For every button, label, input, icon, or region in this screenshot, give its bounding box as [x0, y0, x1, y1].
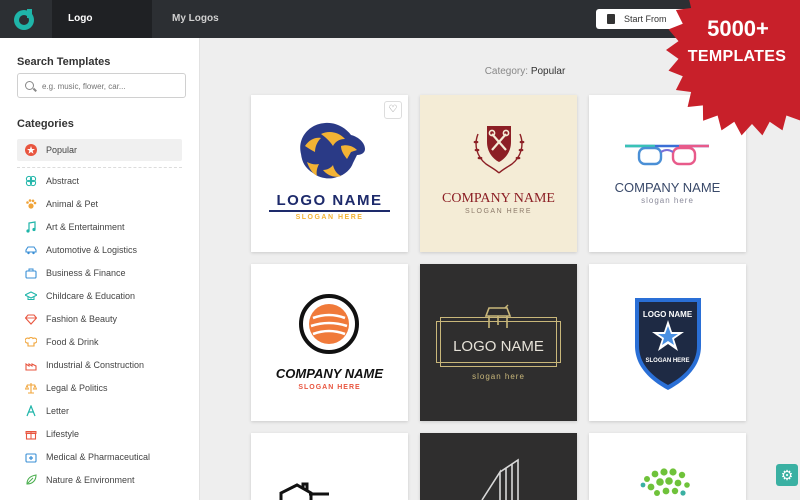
category-label: Food & Drink	[46, 337, 99, 347]
category-lifestyle[interactable]: Lifestyle	[17, 423, 182, 445]
gift-icon	[25, 431, 37, 440]
glasses-logo-graphic	[625, 144, 709, 166]
abstract-icon	[25, 175, 37, 187]
music-note-icon	[26, 221, 36, 233]
template-card[interactable]: COMPANY NAME SLOGAN HERE	[420, 95, 577, 252]
category-label: Art & Entertainment	[46, 222, 125, 232]
category-label: Abstract	[46, 176, 80, 186]
heart-icon[interactable]: ♡	[384, 101, 402, 119]
star-icon	[25, 144, 37, 156]
category-art-entertainment[interactable]: Art & Entertainment	[17, 216, 182, 238]
categories-heading: Categories	[17, 118, 74, 130]
lion-logo-graphic	[300, 122, 365, 179]
letter-a-icon	[26, 405, 36, 417]
template-card[interactable]	[251, 433, 408, 500]
category-animal-pet[interactable]: Animal & Pet	[17, 193, 182, 215]
slogan-text: SLOGAN HERE	[298, 384, 361, 391]
category-divider	[17, 167, 182, 168]
template-card[interactable]	[589, 433, 746, 500]
house-logo-graphic	[279, 482, 329, 500]
paw-icon	[26, 199, 37, 209]
logo-name-text: COMPANY NAME	[614, 180, 721, 195]
category-label: Business & Finance	[46, 268, 126, 278]
app-logo-icon[interactable]	[12, 7, 36, 31]
shield-keys-logo-graphic	[473, 126, 525, 174]
search-templates-heading: Search Templates	[17, 56, 111, 68]
briefcase-icon	[25, 268, 37, 279]
diamond-icon	[25, 314, 37, 325]
logo-name-text: COMPANY NAME	[275, 366, 384, 381]
template-card[interactable]: COMPANY NAME SLOGAN HERE	[251, 264, 408, 421]
tab-my-logos[interactable]: My Logos	[156, 0, 235, 38]
category-business-finance[interactable]: Business & Finance	[17, 262, 182, 284]
building-logo-graphic	[481, 458, 519, 500]
category-label: Automotive & Logistics	[46, 245, 138, 255]
leaf-icon	[26, 474, 37, 485]
category-heading: Category: Popular	[400, 66, 650, 77]
category-label: Legal & Politics	[46, 383, 108, 393]
template-card[interactable]: LOGO NAME SLOGAN HERE	[589, 264, 746, 421]
slogan-text: slogan here	[472, 372, 525, 381]
category-popular[interactable]: Popular	[17, 139, 182, 161]
graduation-cap-icon	[25, 291, 37, 300]
slogan-text: SLOGAN HERE	[464, 208, 533, 215]
category-label: Lifestyle	[46, 429, 80, 439]
category-childcare-education[interactable]: Childcare & Education	[17, 285, 182, 307]
category-label: Animal & Pet	[46, 199, 99, 209]
logo-name-text: COMPANY NAME	[442, 191, 555, 206]
category-letter[interactable]: Letter	[17, 400, 182, 422]
badge-label: TEMPLATES	[687, 48, 787, 65]
search-input[interactable]	[42, 78, 182, 94]
slogan-text: SLOGAN HERE	[295, 214, 364, 221]
category-label: Nature & Environment	[46, 475, 135, 485]
logo-name-text: LOGO NAME	[276, 192, 383, 209]
search-icon	[25, 81, 34, 90]
category-current: Popular	[530, 66, 566, 77]
scales-icon	[25, 383, 37, 394]
category-automotive-logistics[interactable]: Automotive & Logistics	[17, 239, 182, 261]
sushi-logo-graphic	[299, 294, 359, 354]
category-food-drink[interactable]: Food & Drink	[17, 331, 182, 353]
category-label: Childcare & Education	[46, 291, 136, 301]
star-shield-logo-graphic	[635, 298, 701, 390]
chef-hat-icon	[25, 336, 37, 347]
settings-gear-icon[interactable]: ⚙	[776, 464, 798, 486]
tab-logo-templates[interactable]: Logo Templates	[52, 0, 152, 62]
category-industrial-construction[interactable]: Industrial & Construction	[17, 354, 182, 376]
slogan-text: SLOGAN HERE	[645, 358, 690, 364]
badge-count: 5000+	[707, 16, 769, 41]
category-label: Letter	[46, 406, 70, 416]
sidebar: Search Templates Categories Popular Abst…	[0, 38, 200, 500]
medical-kit-icon	[25, 453, 37, 463]
car-icon	[25, 246, 37, 255]
document-icon	[607, 14, 615, 24]
piano-logo-graphic	[484, 304, 512, 328]
template-card[interactable]: ♡ LOGO NAME SLOGAN HERE	[251, 95, 408, 252]
logo-name-text: LOGO NAME	[453, 338, 544, 355]
category-medical-pharmaceutical[interactable]: Medical & Pharmaceutical	[17, 446, 182, 468]
start-from-label: Start From	[624, 14, 667, 24]
logo-name-text: LOGO NAME	[642, 310, 693, 319]
template-card[interactable]	[420, 433, 577, 500]
category-legal-politics[interactable]: Legal & Politics	[17, 377, 182, 399]
category-nature-environment[interactable]: Nature & Environment	[17, 469, 182, 491]
factory-icon	[25, 362, 37, 371]
category-fashion-beauty[interactable]: Fashion & Beauty	[17, 308, 182, 330]
category-label: Industrial & Construction	[46, 360, 145, 370]
category-label: Medical & Pharmaceutical	[46, 452, 151, 462]
category-label: Fashion & Beauty	[46, 314, 118, 324]
dots-logo-graphic	[640, 468, 690, 496]
slogan-text: slogan here	[641, 196, 694, 205]
search-box[interactable]	[17, 73, 186, 98]
category-abstract[interactable]: Abstract	[17, 170, 182, 192]
template-card[interactable]: LOGO NAME slogan here	[420, 264, 577, 421]
logo-underline	[269, 210, 390, 212]
category-label: Popular	[46, 145, 78, 155]
category-prefix: Category:	[484, 66, 529, 77]
